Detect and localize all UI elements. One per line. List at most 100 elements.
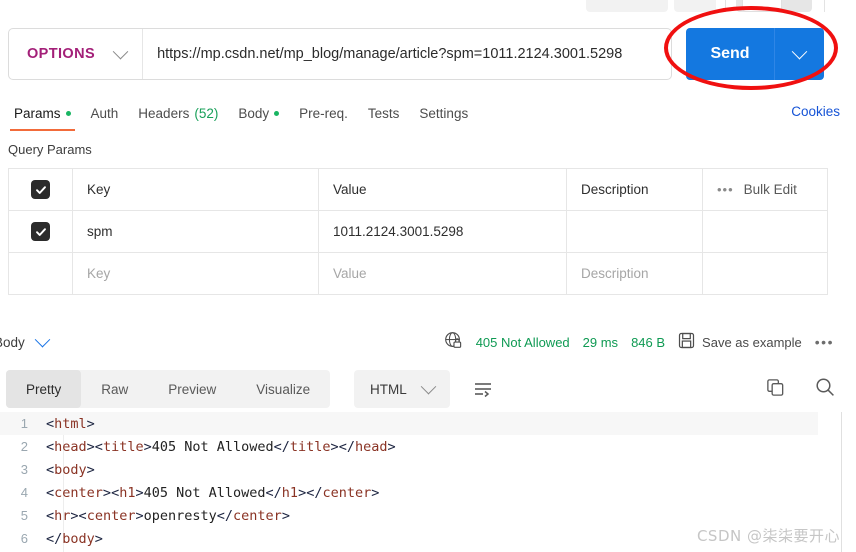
tab-tests-label: Tests [367,105,400,121]
row-checkbox-empty[interactable] [9,253,73,294]
line-number: 1 [20,416,28,431]
code-right-border [841,412,842,552]
code-line: 2 <head><title>405 Not Allowed</title></… [0,435,818,458]
tab-headers-count: (52) [194,105,219,121]
response-body-selector[interactable]: Body [0,331,51,350]
new-row-value-input[interactable]: Value [319,253,567,294]
http-method-label: OPTIONS [27,46,96,62]
viewer-tab-group: Pretty Raw Preview Visualize [6,370,331,408]
code-line: 1 <html> [0,412,818,435]
watermark: CSDN @柒柒要开心 [696,527,840,545]
toolbar-divider-2 [824,0,825,12]
globe-lock-icon [444,331,463,353]
tab-headers[interactable]: Headers (52) [128,98,228,128]
toolbar-chip-4[interactable] [742,0,782,12]
tab-headers-label: Headers [138,105,190,121]
save-as-example-label: Save as example [702,334,802,350]
response-time: 29 ms [582,334,619,350]
code-line: 3 <body> [0,458,818,481]
tab-settings-label: Settings [419,105,469,121]
line-number: 5 [20,508,28,523]
wrap-lines-icon[interactable] [472,378,494,403]
ellipsis-icon[interactable]: ••• [815,334,834,350]
bulk-edit-button[interactable]: Bulk Edit [744,182,797,197]
tab-pre-request-label: Pre-req. [299,105,348,121]
tab-pretty[interactable]: Pretty [6,370,82,408]
response-body-label: Body [0,334,25,350]
line-text: <head><title>405 Not Allowed</title></he… [46,438,396,455]
url-bar: OPTIONS https://mp.csdn.net/mp_blog/mana… [8,28,672,80]
response-format-label: HTML [370,381,407,397]
bulk-edit-area: ••• Bulk Edit [703,169,827,210]
line-number: 3 [20,462,28,477]
row-actions [703,211,827,252]
code-line: 4 <center><h1>405 Not Allowed</h1></cent… [0,481,818,504]
tab-params[interactable]: Params [4,98,81,131]
column-header-description: Description [567,169,703,210]
select-all-checkbox[interactable] [9,169,73,210]
line-text: <body> [46,461,95,478]
tab-params-label: Params [14,105,61,121]
query-params-table: Key Value Description ••• Bulk Edit spm … [8,168,828,295]
response-status-text: 405 Not Allowed [475,334,570,350]
cookies-link[interactable]: Cookies [791,104,840,119]
chevron-down-icon [112,43,129,59]
tab-pre-request[interactable]: Pre-req. [289,98,358,128]
row-description-input[interactable] [567,211,703,252]
new-row-description-input[interactable]: Description [567,253,703,294]
tab-body[interactable]: Body [228,98,289,128]
response-status-group: 405 Not Allowed 29 ms 846 B Save as exam… [444,326,834,358]
save-as-example-button[interactable]: Save as example [678,332,802,352]
tab-settings[interactable]: Settings [409,98,478,128]
table-row: spm 1011.2124.3001.5298 [9,211,827,253]
new-row-key-input[interactable]: Key [73,253,319,294]
response-size: 846 B [631,334,666,350]
toolbar-divider-1 [725,0,726,12]
tab-tests[interactable]: Tests [358,98,410,128]
code-lines: 1 <html> 2 <head><title>405 Not Allowed<… [0,412,818,550]
row-value-input[interactable]: 1011.2124.3001.5298 [319,211,567,252]
send-options-button[interactable] [774,28,824,80]
new-row-actions [703,253,827,294]
line-text: <hr><center>openresty</center> [46,507,290,524]
toolbar-chip-2[interactable] [674,0,716,12]
table-header-row: Key Value Description ••• Bulk Edit [9,169,827,211]
chevron-down-icon [791,43,808,59]
modified-dot-icon [65,110,71,116]
http-method-selector[interactable]: OPTIONS [9,29,142,79]
line-number: 6 [20,531,28,546]
send-button-group: Send [686,28,824,80]
copy-icon[interactable] [765,377,786,401]
top-toolbar-strip [0,0,856,14]
toolbar-chip-1[interactable] [586,0,668,12]
tab-visualize[interactable]: Visualize [236,370,330,408]
chevron-down-icon [34,331,51,347]
code-line: 6 </body> [0,527,818,550]
query-params-title: Query Params [8,142,92,157]
line-text: <center><h1>405 Not Allowed</h1></center… [46,484,380,501]
line-number: 4 [20,485,28,500]
tab-raw[interactable]: Raw [81,370,148,408]
table-row-empty: Key Value Description [9,253,827,295]
tab-auth[interactable]: Auth [81,98,129,128]
response-meta-bar: Body 405 Not Allowed 29 ms 846 B [0,326,856,358]
search-icon[interactable] [814,376,836,401]
viewer-actions [765,376,836,401]
url-input[interactable]: https://mp.csdn.net/mp_blog/manage/artic… [143,46,671,62]
column-header-value: Value [319,169,567,210]
code-line: 5 <hr><center>openresty</center> [0,504,818,527]
chevron-down-icon [420,378,437,394]
column-header-key: Key [73,169,319,210]
request-tabs-bar: Params Auth Headers (52) Body Pre-req. T… [0,98,856,131]
line-text: <html> [46,415,95,432]
tab-auth-label: Auth [90,105,119,121]
response-format-selector[interactable]: HTML [354,370,450,408]
checkbox-checked-icon [31,180,50,199]
ellipsis-icon[interactable]: ••• [717,182,734,197]
row-key-input[interactable]: spm [73,211,319,252]
floppy-disk-icon [678,332,695,352]
tab-preview[interactable]: Preview [148,370,236,408]
modified-dot-icon [274,110,280,116]
row-checkbox[interactable] [9,211,73,252]
send-button[interactable]: Send [686,28,774,80]
